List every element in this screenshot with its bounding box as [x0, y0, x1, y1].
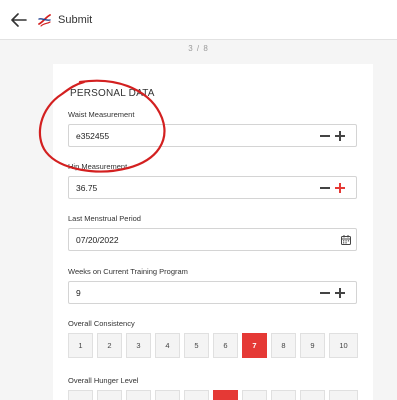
lmp-value: 07/20/2022: [76, 235, 119, 245]
consistency-label: Overall Consistency: [68, 319, 135, 328]
consistency-option[interactable]: 6: [213, 333, 238, 358]
hunger-option[interactable]: 1: [68, 390, 93, 400]
hunger-option-selected[interactable]: 6: [213, 390, 238, 400]
consistency-option[interactable]: 10: [329, 333, 358, 358]
consistency-option[interactable]: 2: [97, 333, 122, 358]
increment-button[interactable]: [335, 183, 345, 193]
waist-value: e352455: [76, 131, 110, 141]
hunger-selector: 1 2 3 4 5 6 7 8 9 10: [68, 390, 358, 400]
arrow-left-icon[interactable]: [11, 13, 27, 27]
hunger-option[interactable]: 4: [155, 390, 180, 400]
hip-input[interactable]: 36.75: [68, 176, 357, 199]
consistency-option-selected[interactable]: 7: [242, 333, 267, 358]
hunger-label: Overall Hunger Level: [68, 376, 139, 385]
lmp-label: Last Menstrual Period: [68, 214, 141, 223]
hip-label: Hip Measurement: [68, 162, 128, 171]
hunger-option[interactable]: 5: [184, 390, 209, 400]
increment-button[interactable]: [335, 131, 345, 141]
waist-label: Waist Measurement: [68, 110, 135, 119]
consistency-option[interactable]: 1: [68, 333, 93, 358]
brand-logo-icon: [38, 14, 51, 27]
hunger-option[interactable]: 3: [126, 390, 151, 400]
decrement-button[interactable]: [320, 135, 330, 137]
hunger-option[interactable]: 2: [97, 390, 122, 400]
calendar-icon[interactable]: [341, 235, 351, 245]
page-indicator: 3 / 8: [188, 44, 209, 53]
hunger-option[interactable]: 8: [271, 390, 296, 400]
hunger-option[interactable]: 10: [329, 390, 358, 400]
decrement-button[interactable]: [320, 187, 330, 189]
hunger-option[interactable]: 7: [242, 390, 267, 400]
weeks-label: Weeks on Current Training Program: [68, 267, 188, 276]
decrement-button[interactable]: [320, 292, 330, 294]
consistency-option[interactable]: 9: [300, 333, 325, 358]
consistency-selector: 1 2 3 4 5 6 7 8 9 10: [68, 333, 358, 358]
weeks-input[interactable]: 9: [68, 281, 357, 304]
weeks-value: 9: [76, 288, 81, 298]
increment-button[interactable]: [335, 288, 345, 298]
page-title: Submit: [58, 14, 93, 26]
top-bar: Submit: [0, 0, 397, 40]
consistency-option[interactable]: 8: [271, 333, 296, 358]
section-title: PERSONAL DATA: [70, 88, 155, 99]
hunger-option[interactable]: 9: [300, 390, 325, 400]
hip-value: 36.75: [76, 183, 98, 193]
consistency-option[interactable]: 4: [155, 333, 180, 358]
waist-input[interactable]: e352455: [68, 124, 357, 147]
consistency-option[interactable]: 5: [184, 333, 209, 358]
consistency-option[interactable]: 3: [126, 333, 151, 358]
lmp-date-input[interactable]: 07/20/2022: [68, 228, 357, 251]
